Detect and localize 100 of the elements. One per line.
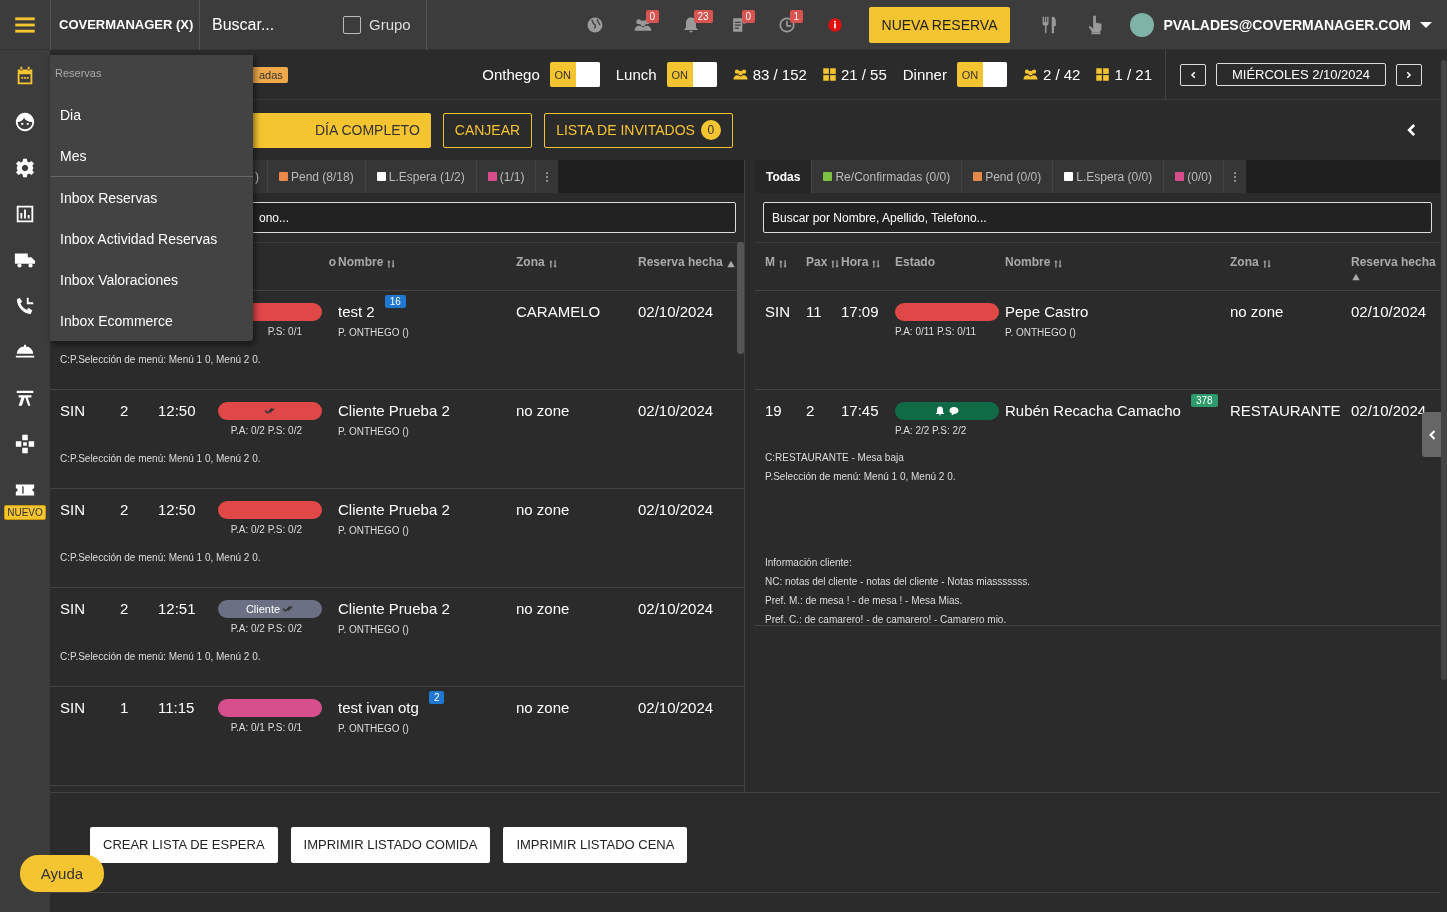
table-cell-text: 12:51 — [158, 600, 197, 617]
footer-button[interactable]: CREAR LISTA DE ESPERA — [90, 826, 278, 863]
filter-tab[interactable]: L.Espera (0/0) — [1053, 160, 1165, 193]
payment-status: P.A: 0/2 P.S: 0/2 — [229, 623, 302, 634]
guest-name[interactable]: Cliente Prueba 2 — [338, 501, 450, 518]
column-header[interactable]: Zona — [516, 255, 545, 269]
table-cell-text: SIN — [765, 303, 791, 320]
tables-icon — [821, 67, 837, 82]
new-reservation-button[interactable]: NUEVA RESERVA — [868, 6, 1011, 43]
filter-tab[interactable]: (1/1) — [476, 160, 537, 193]
menu-item[interactable]: Inbox Valoraciones — [50, 259, 253, 300]
column-header[interactable]: Estado — [895, 255, 935, 269]
payment-status: P.S: 0/1 — [266, 326, 302, 337]
table-cell-text: 02/10/2024 — [638, 600, 715, 617]
filter-tab[interactable]: Todas — [755, 160, 813, 193]
footer-button[interactable]: IMPRIMIR LISTADO CENA — [503, 826, 688, 863]
guest-name[interactable]: test 2 — [338, 303, 375, 320]
guest-name[interactable]: Pepe Castro — [1005, 303, 1089, 320]
account-selector[interactable]: COVERMANAGER (X) — [50, 0, 200, 50]
service-toggle[interactable]: ON — [956, 62, 1007, 87]
column-header[interactable]: Nombre — [1005, 255, 1051, 269]
covers-count: 2 / 42 — [1042, 66, 1081, 83]
filter-tab[interactable]: Pend (0/0) — [962, 160, 1054, 193]
service-toggle[interactable]: ON — [549, 62, 600, 87]
menu-item[interactable]: Inbox Ecommerce — [50, 300, 253, 341]
reservation-note: C:P.Selección de menú: Menú 1 0, Menú 2 0. — [60, 354, 262, 365]
origin-label: P. ONTHEGO () — [338, 723, 410, 734]
column-header[interactable]: o — [328, 255, 336, 269]
reservation-note: C:RESTAURANTE - Mesa baja — [765, 452, 905, 463]
scrollbar[interactable] — [1441, 60, 1447, 680]
guest-name[interactable]: Cliente Prueba 2 — [338, 402, 450, 419]
client-info: Pref. M.: de mesa ! - de mesa ! - Mesa Mias. — [765, 595, 964, 606]
table-cell-text: 2 — [120, 501, 130, 518]
settings-icon[interactable] — [14, 157, 36, 179]
puzzle-icon[interactable] — [14, 433, 36, 455]
user-email[interactable]: PVALADES@COVERMANAGER.COM — [1163, 16, 1411, 33]
column-header[interactable]: M — [765, 255, 775, 269]
sort-icon[interactable] — [830, 259, 841, 269]
payment-status: P.A: 2/2 P.S: 2/2 — [895, 425, 968, 436]
scrollbar[interactable] — [737, 242, 744, 354]
payment-status: P.A: 0/2 P.S: 0/2 — [229, 524, 302, 535]
help-button[interactable]: Ayuda — [20, 855, 104, 892]
status-pill[interactable]: Cliente — [218, 600, 322, 618]
table-cell-text: SIN — [60, 699, 86, 716]
sort-ascending-icon[interactable] — [725, 259, 736, 269]
table-cell-text: 17:09 — [841, 303, 880, 320]
column-header[interactable]: Zona — [1230, 255, 1259, 269]
caret-icon[interactable] — [1419, 20, 1433, 29]
sort-ascending-icon[interactable] — [1351, 272, 1361, 282]
filter-tab[interactable]: Re/Confirmadas (0/0) — [812, 160, 963, 193]
service-name: Lunch — [615, 66, 657, 83]
action-button[interactable]: CANJEAR — [442, 112, 533, 148]
column-header[interactable]: Reserva hecha — [638, 255, 723, 269]
column-header[interactable]: Nombre — [338, 255, 384, 269]
table-cell-text: 02/10/2024 — [638, 402, 715, 419]
search-field[interactable]: Buscar por Nombre, Apellido, Telefono... — [763, 202, 1432, 233]
table-cell-text: 2 — [120, 402, 130, 419]
filter-tab[interactable]: (0/0) — [1164, 160, 1224, 193]
avatar[interactable] — [1130, 12, 1155, 37]
guest-name[interactable]: Rubén Recacha Camacho — [1005, 402, 1181, 419]
previous-day-button[interactable] — [1180, 63, 1206, 86]
client-info: Pref. C.: de camarero! - de camarero! - Camarero mio. — [765, 614, 1008, 625]
table-cell-text: 11 — [806, 303, 823, 320]
origin-label: P. ONTHEGO () — [338, 426, 410, 437]
reservation-note: C:P.Selección de menú: Menú 1 0, Menú 2 0. — [60, 552, 262, 563]
guest-name[interactable]: Cliente Prueba 2 — [338, 600, 450, 617]
sort-icon[interactable] — [386, 259, 397, 269]
service-toggle[interactable]: ON — [666, 62, 717, 87]
column-header[interactable]: Pax — [806, 255, 828, 269]
table-cell-text: 02/10/2024 — [1351, 303, 1428, 320]
sort-icon[interactable] — [1261, 259, 1272, 269]
next-day-button[interactable] — [1396, 63, 1422, 86]
filter-tab[interactable]: L.Espera (1/2) — [365, 160, 477, 193]
table-cell-text: 02/10/2024 — [1351, 402, 1428, 419]
sort-icon[interactable] — [1053, 259, 1064, 269]
guest-name[interactable]: test ivan otg — [338, 699, 419, 716]
count-badge: 23 — [693, 9, 713, 23]
face-icon[interactable] — [14, 111, 36, 133]
sort-icon[interactable] — [547, 259, 558, 269]
filter-tab[interactable]: Pend (8/18) — [268, 160, 366, 193]
column-header[interactable]: Reserva hecha — [1351, 255, 1436, 269]
client-info: NC: notas del cliente - notas del cliente - Notas miasssssss. — [765, 576, 1032, 587]
covers-count: 83 / 152 — [752, 66, 807, 83]
date-selector[interactable]: MIÉRCOLES 2/10/2024 — [1216, 63, 1386, 86]
table-cell-text: no zone — [516, 699, 571, 716]
sort-icon[interactable] — [871, 259, 882, 269]
status-pill[interactable] — [895, 402, 999, 420]
chat-icon — [948, 405, 960, 417]
count-badge: 0 — [700, 120, 721, 140]
count-badge: 1 — [789, 9, 804, 23]
group-checkbox[interactable] — [343, 15, 361, 34]
origin-label: P. ONTHEGO () — [338, 327, 410, 338]
search-field[interactable]: Buscar... — [210, 14, 330, 35]
sort-icon[interactable] — [778, 259, 788, 269]
chart-icon[interactable] — [14, 203, 36, 225]
footer-button[interactable]: IMPRIMIR LISTADO COMIDA — [290, 826, 491, 863]
origin-label: P. ONTHEGO () — [1005, 327, 1077, 338]
phone-icon[interactable] — [14, 295, 36, 317]
column-header[interactable]: Hora — [841, 255, 869, 269]
action-button[interactable]: LISTA DE INVITADOS 0 — [544, 112, 733, 148]
